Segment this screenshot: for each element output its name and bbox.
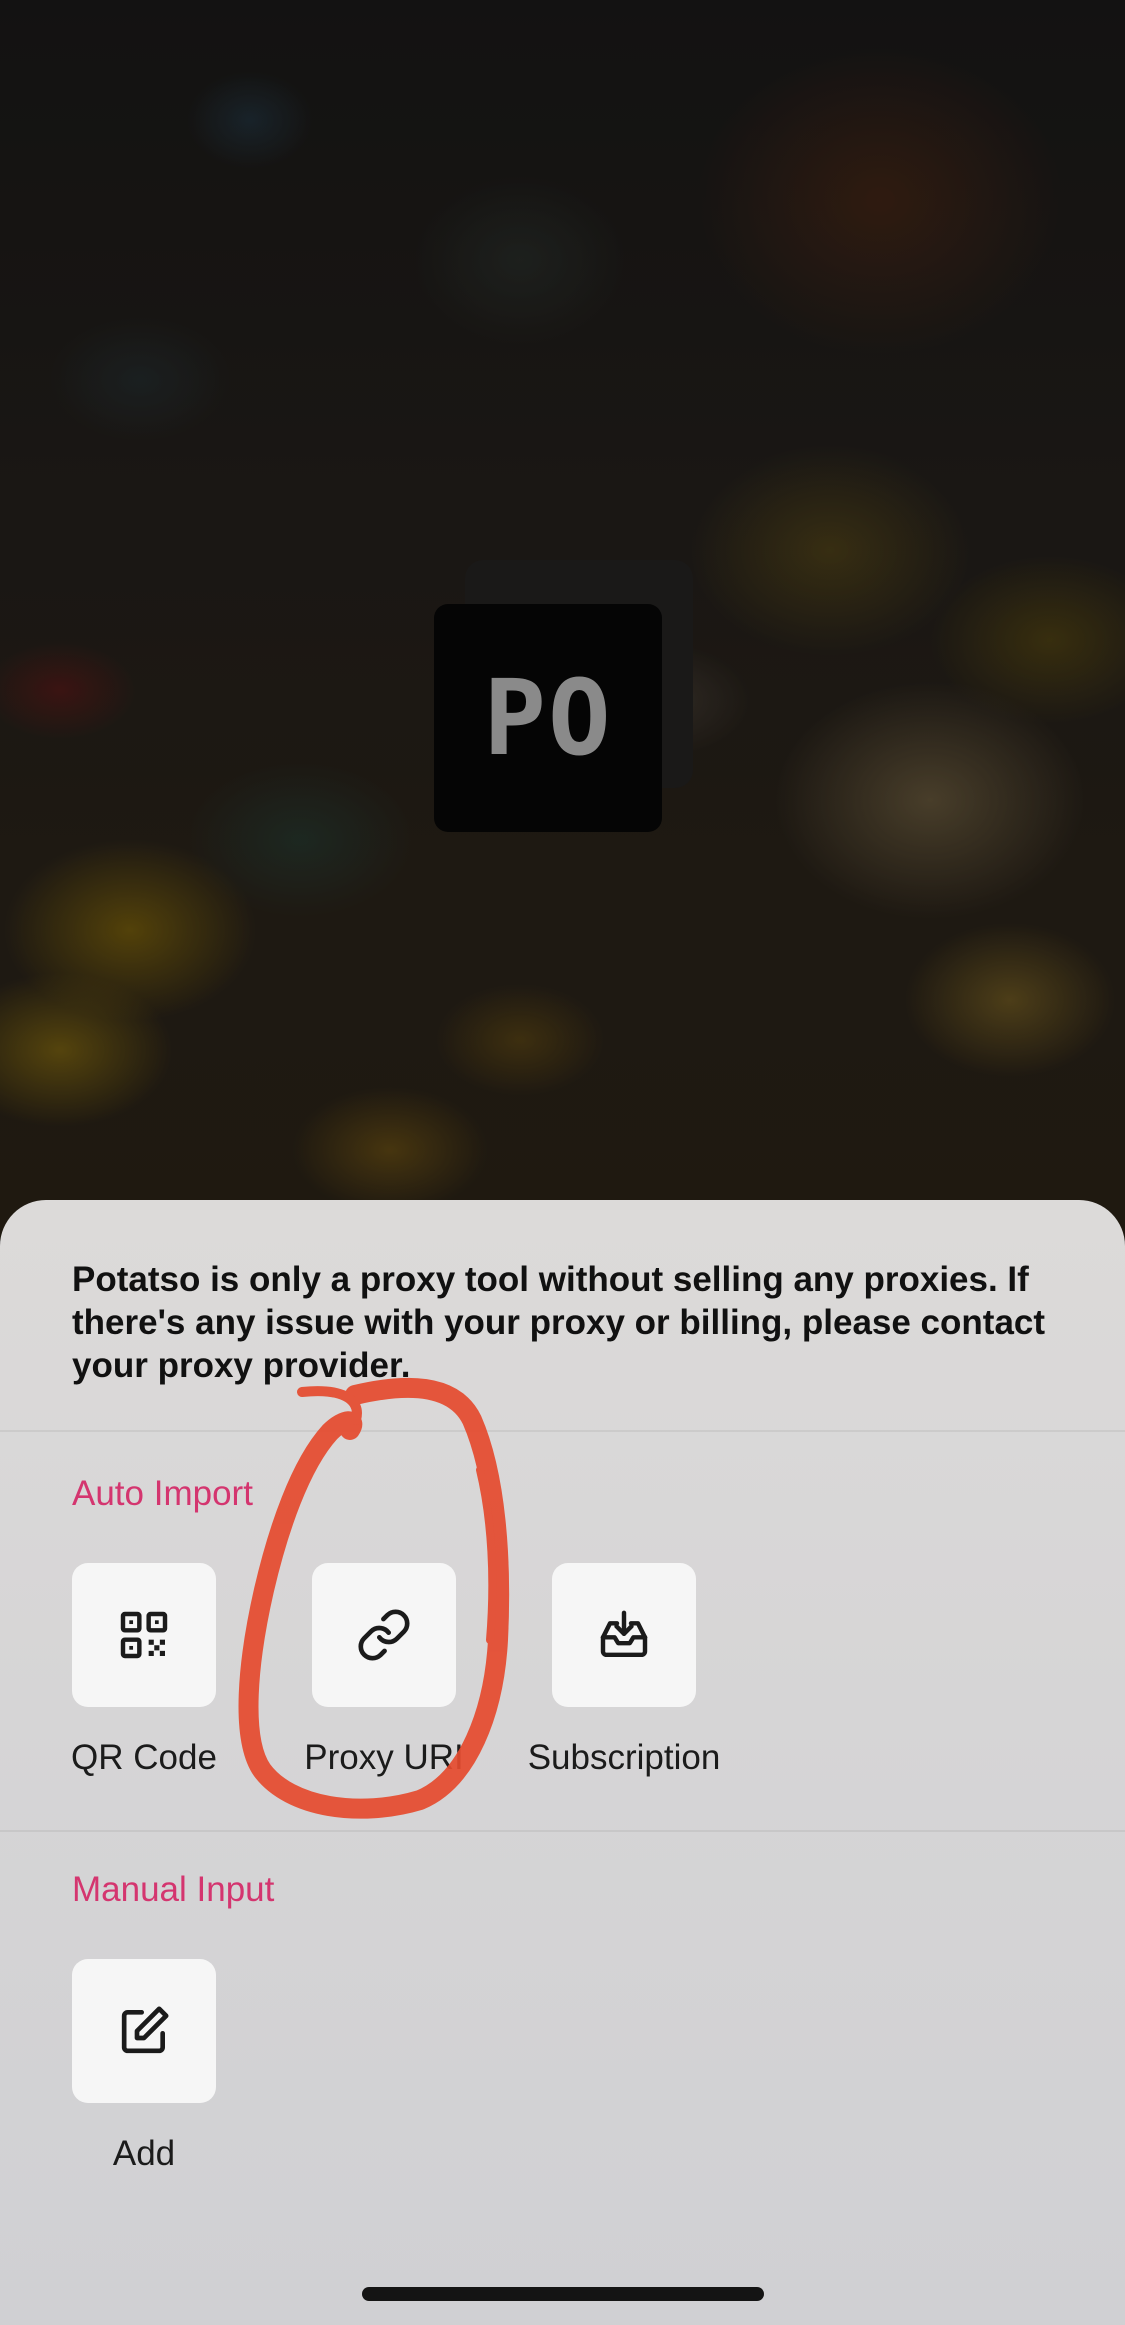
link-icon <box>358 1609 410 1661</box>
proxy-uri-label: Proxy URI <box>304 1738 464 1777</box>
add-proxy-sheet: Potatso is only a proxy tool without sel… <box>0 1200 1125 2325</box>
auto-import-title: Auto Import <box>72 1474 253 1513</box>
subscription-label: Subscription <box>527 1738 721 1777</box>
qr-code-button[interactable] <box>72 1563 216 1707</box>
add-button[interactable] <box>72 1959 216 2103</box>
divider <box>0 1430 1125 1432</box>
app-logo-text: PO <box>483 657 613 779</box>
qr-code-label: QR Code <box>71 1738 217 1777</box>
edit-icon <box>121 2006 169 2054</box>
app-logo: PO <box>434 604 662 832</box>
subscription-button[interactable] <box>552 1563 696 1707</box>
disclaimer-text: Potatso is only a proxy tool without sel… <box>72 1260 1046 1385</box>
qr-code-icon <box>120 1611 168 1659</box>
manual-input-title: Manual Input <box>72 1870 275 1909</box>
divider <box>0 1830 1125 1832</box>
proxy-uri-button[interactable] <box>312 1563 456 1707</box>
home-indicator[interactable] <box>362 2287 764 2301</box>
add-label: Add <box>112 2134 176 2173</box>
inbox-download-icon <box>600 1610 648 1658</box>
